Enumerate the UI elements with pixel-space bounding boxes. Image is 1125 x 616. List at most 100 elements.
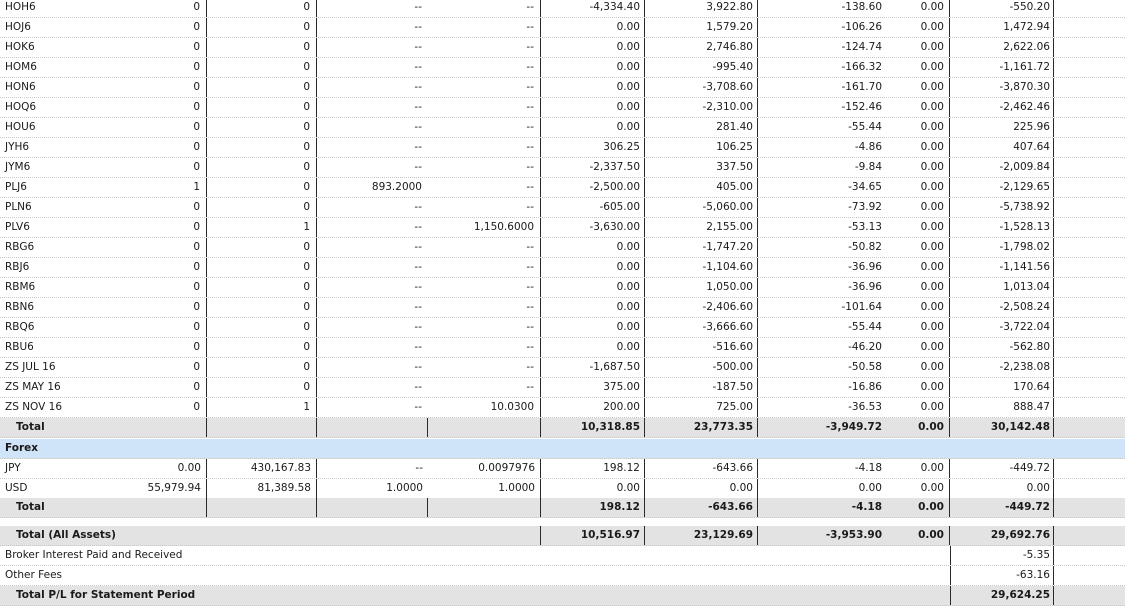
c1-cell: 0 (0, 158, 207, 177)
c1-cell: 0 (0, 258, 207, 277)
v5-cell: -2,238.08 (950, 358, 1054, 377)
c3-cell: -- (414, 381, 422, 393)
v4-cell: 0.00 (886, 18, 950, 37)
c2-cell: 0 (207, 18, 317, 37)
table-row: HOH6 0 0 -- -- -4,334.40 3,922.80 -138.60 0.00 -5… (0, 0, 1125, 18)
v2-cell: 2,746.80 (645, 38, 758, 57)
c4-cell: -- (428, 0, 541, 17)
c1-cell: 0 (0, 298, 207, 317)
total-v4: 0.00 (886, 498, 950, 517)
v3-cell: -106.26 (841, 21, 882, 33)
c1-cell: 1 (0, 178, 207, 197)
v1-cell: 0.00 (541, 78, 645, 97)
v5-cell: -1,161.72 (950, 58, 1054, 77)
total-v2: -643.66 (645, 498, 758, 517)
other-fees-value: -63.16 (950, 566, 1054, 585)
table-row: RBN6 0 0 -- -- 0.00 -2,406.60 -101.64 0.00 -2,508… (0, 298, 1125, 318)
v5-cell: 888.47 (950, 398, 1054, 417)
c4-cell: 1.0000 (428, 479, 541, 498)
c2-cell: 0 (207, 238, 317, 257)
broker-interest-row: Broker Interest Paid and Received -5.35 (0, 546, 1125, 566)
c2-cell: 0 (207, 138, 317, 157)
v2-cell: 405.00 (645, 178, 758, 197)
c2-cell: 81,389.58 (207, 479, 317, 498)
table-row: RBU6 0 0 -- -- 0.00 -516.60 -46.20 0.00 -562.80 (0, 338, 1125, 358)
v4-cell: 0.00 (886, 398, 950, 417)
c4-cell: -- (428, 298, 541, 317)
v5-cell: -2,462.46 (950, 98, 1054, 117)
v1-cell: 0.00 (541, 258, 645, 277)
c3-cell: -- (414, 221, 422, 233)
grand-total-v5: 29,692.76 (950, 526, 1054, 545)
v5-cell: 1,013.04 (950, 278, 1054, 297)
v2-cell: -5,060.00 (645, 198, 758, 217)
period-total-row: Total P/L for Statement Period 29,624.25 (0, 586, 1125, 606)
c4-cell: -- (428, 98, 541, 117)
v3-cell: -16.86 (848, 381, 882, 393)
v2-cell: 106.25 (645, 138, 758, 157)
table-row: HOQ6 0 0 -- -- 0.00 -2,310.00 -152.46 0.00 -2,462… (0, 98, 1125, 118)
table-row: HOJ6 0 0 -- -- 0.00 1,579.20 -106.26 0.00 1,472.9… (0, 18, 1125, 38)
v4-cell: 0.00 (886, 78, 950, 97)
total-cell-2 (207, 418, 317, 437)
c3-cell: -- (414, 141, 422, 153)
period-total-value: 29,624.25 (950, 586, 1054, 605)
c1-cell: 0 (0, 0, 207, 17)
total-v3: -3,949.72 (825, 421, 882, 433)
spacer (0, 518, 1125, 526)
total-v3: -4.18 (851, 501, 882, 513)
c4-cell: -- (428, 378, 541, 397)
c3-cell: -- (414, 81, 422, 93)
c2-cell: 0 (207, 378, 317, 397)
grand-total-v4: 0.00 (886, 526, 950, 545)
v3-cell: -36.53 (848, 401, 882, 413)
c3-cell: -- (414, 241, 422, 253)
v5-cell: -562.80 (950, 338, 1054, 357)
forex-section-label: Forex (5, 442, 39, 454)
v2-cell: 1,050.00 (645, 278, 758, 297)
v3-cell: -34.65 (848, 181, 882, 193)
grand-total-blank (0, 526, 541, 545)
total-cell-2 (207, 498, 317, 517)
c2-cell: 1 (207, 218, 317, 237)
v3-cell: -73.92 (848, 201, 882, 213)
grand-total-v3: -3,953.90 (825, 529, 882, 541)
v3-cell: -55.44 (848, 121, 882, 133)
v5-cell: 225.96 (950, 118, 1054, 137)
c1-cell: 55,979.94 (0, 479, 207, 498)
v2-cell: 281.40 (645, 118, 758, 137)
v3-cell: -161.70 (841, 81, 882, 93)
v5-cell: 170.64 (950, 378, 1054, 397)
v2-cell: 0.00 (645, 479, 758, 498)
v4-cell: 0.00 (886, 0, 950, 17)
c1-cell: 0 (0, 118, 207, 137)
c4-cell: 0.0097976 (428, 459, 541, 478)
v3-cell: -101.64 (841, 301, 882, 313)
v4-cell: 0.00 (886, 459, 950, 478)
v4-cell: 0.00 (886, 378, 950, 397)
v1-cell: 0.00 (541, 38, 645, 57)
v1-cell: 0.00 (541, 278, 645, 297)
table-row: RBM6 0 0 -- -- 0.00 1,050.00 -36.96 0.00 1,013.04 (0, 278, 1125, 298)
other-fees-label: Other Fees (5, 569, 63, 581)
c2-cell: 1 (207, 398, 317, 417)
table-row: PLJ6 1 0 893.2000 -- -2,500.00 405.00 -34.65 0.0… (0, 178, 1125, 198)
c1-cell: 0 (0, 238, 207, 257)
v1-cell: -605.00 (541, 198, 645, 217)
forex-total-row: Total 198.12 -643.66 -4.18 0.00 -449.72 (0, 498, 1125, 518)
v5-cell: -550.20 (950, 0, 1054, 17)
c1-cell: 0 (0, 198, 207, 217)
table-row: ZS NOV 16 0 1 -- 10.0300 200.00 725.00 -36.53 0.… (0, 398, 1125, 418)
c2-cell: 0 (207, 0, 317, 17)
v2-cell: 337.50 (645, 158, 758, 177)
v4-cell: 0.00 (886, 98, 950, 117)
c1-cell: 0 (0, 98, 207, 117)
v1-cell: 0.00 (541, 479, 645, 498)
c2-cell: 0 (207, 198, 317, 217)
c2-cell: 0 (207, 338, 317, 357)
v5-cell: -2,009.84 (950, 158, 1054, 177)
c1-cell: 0 (0, 218, 207, 237)
table-row: RBG6 0 0 -- -- 0.00 -1,747.20 -50.82 0.00 -1,798.… (0, 238, 1125, 258)
v4-cell: 0.00 (886, 278, 950, 297)
v5-cell: -3,722.04 (950, 318, 1054, 337)
